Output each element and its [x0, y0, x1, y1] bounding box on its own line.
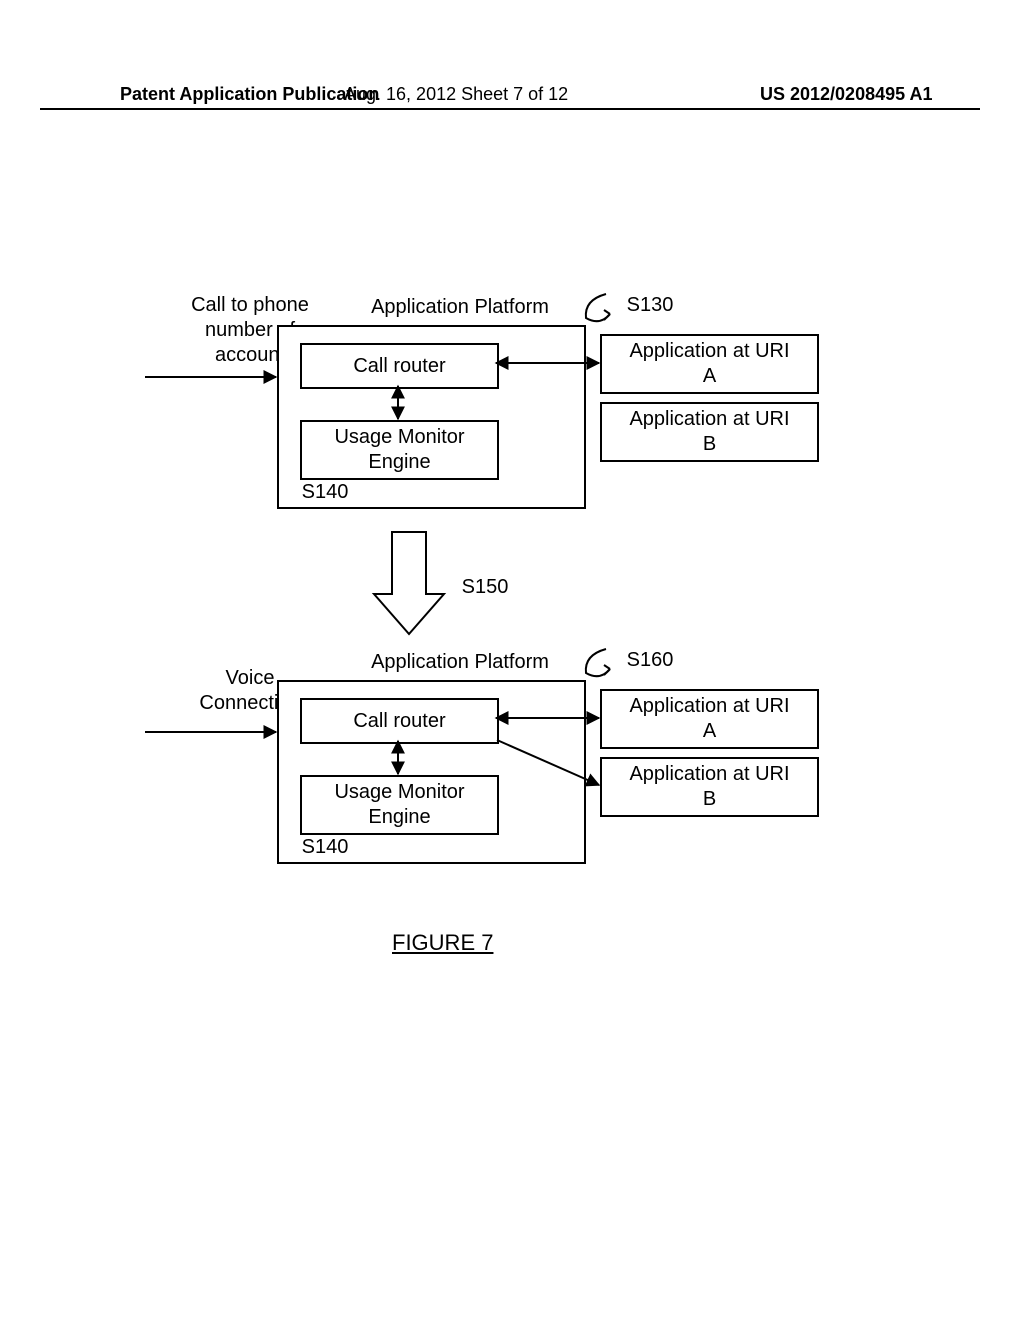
- figure-label: FIGURE 7: [392, 930, 493, 956]
- bottom-arrows: [0, 0, 1024, 1320]
